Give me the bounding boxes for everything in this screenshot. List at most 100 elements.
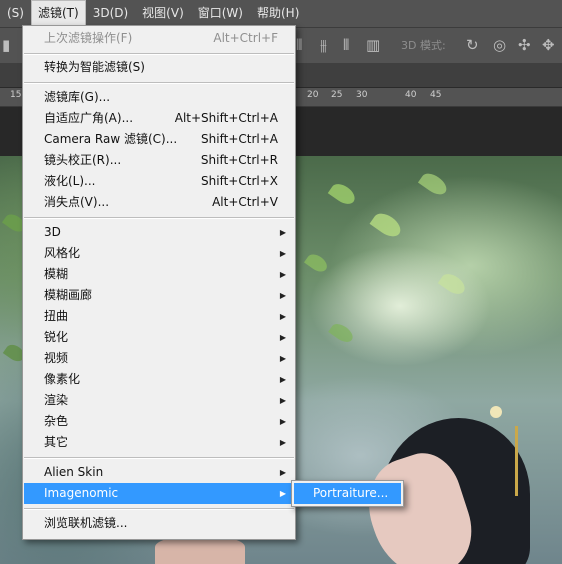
leaf-decoration xyxy=(327,179,359,209)
menu-bar: (S) 滤镜(T) 3D(D) 视图(V) 窗口(W) 帮助(H) xyxy=(0,0,562,27)
menu-item-pixelate[interactable]: 像素化 ▶ xyxy=(24,369,294,390)
menu-item-shortcut: Alt+Shift+Ctrl+A xyxy=(174,111,278,125)
leaf-decoration xyxy=(417,169,451,199)
menu-separator xyxy=(24,508,294,510)
menu-item-camera-raw[interactable]: Camera Raw 滤镜(C)... Shift+Ctrl+A xyxy=(24,129,294,150)
menu-item-label: Portraiture... xyxy=(313,486,389,500)
submenu-arrow-icon: ▶ xyxy=(279,396,286,405)
ruler-tick-label: 15 xyxy=(10,90,22,100)
menu-select[interactable]: (S) xyxy=(0,0,31,27)
menu-item-label: 视频 xyxy=(44,351,69,365)
menu-separator xyxy=(24,217,294,219)
distribute-left-icon[interactable]: ⫴ xyxy=(296,28,302,63)
align-top-icon[interactable]: ▮ xyxy=(2,28,10,63)
submenu-arrow-icon: ▶ xyxy=(279,228,286,237)
menu-item-stylize[interactable]: 风格化 ▶ xyxy=(24,243,294,264)
imagenomic-submenu: Portraiture... xyxy=(291,480,404,507)
menu-window[interactable]: 窗口(W) xyxy=(191,0,250,27)
submenu-arrow-icon: ▶ xyxy=(279,438,286,447)
menu-item-label: 3D xyxy=(44,225,61,239)
menu-item-label: 模糊 xyxy=(44,267,69,281)
ruler-tick-label: 40 xyxy=(405,90,417,100)
3d-pan-icon[interactable]: ✣ xyxy=(518,28,531,63)
submenu-arrow-icon: ▶ xyxy=(279,354,286,363)
menu-item-label: 转换为智能滤镜(S) xyxy=(44,60,145,74)
menu-item-label: Camera Raw 滤镜(C)... xyxy=(44,132,178,146)
menu-separator xyxy=(24,457,294,459)
menu-item-label: 上次滤镜操作(F) xyxy=(44,31,133,45)
ruler-tick-label: 20 xyxy=(307,90,319,100)
menu-item-distort[interactable]: 扭曲 ▶ xyxy=(24,306,294,327)
menu-item-label: Alien Skin xyxy=(44,465,104,479)
distribute-right-icon[interactable]: ⫴ xyxy=(343,28,349,63)
menu-item-convert-smart-filter[interactable]: 转换为智能滤镜(S) xyxy=(24,57,294,78)
menu-item-other[interactable]: 其它 ▶ xyxy=(24,432,294,453)
leaf-decoration xyxy=(328,320,356,346)
menu-item-sharpen[interactable]: 锐化 ▶ xyxy=(24,327,294,348)
menu-item-label: 风格化 xyxy=(44,246,81,260)
menu-item-shortcut: Alt+Ctrl+V xyxy=(212,195,278,209)
menu-item-label: 滤镜库(G)... xyxy=(44,90,111,104)
menu-item-adaptive-wide-angle[interactable]: 自适应广角(A)... Alt+Shift+Ctrl+A xyxy=(24,108,294,129)
menu-item-label: 其它 xyxy=(44,435,69,449)
menu-item-label: 液化(L)... xyxy=(44,174,96,188)
menu-item-label: Imagenomic xyxy=(44,486,119,500)
menu-separator xyxy=(24,53,294,55)
menu-item-shortcut: Shift+Ctrl+X xyxy=(201,174,278,188)
menu-item-label: 自适应广角(A)... xyxy=(44,111,134,125)
submenu-arrow-icon: ▶ xyxy=(279,375,286,384)
menu-item-video[interactable]: 视频 ▶ xyxy=(24,348,294,369)
menu-item-alien-skin[interactable]: Alien Skin ▶ xyxy=(24,462,294,483)
hairpin-shape xyxy=(515,426,518,496)
menu-item-last-filter: 上次滤镜操作(F) Alt+Ctrl+F xyxy=(24,28,294,49)
leaf-decoration xyxy=(303,250,331,276)
filter-dropdown-menu: 上次滤镜操作(F) Alt+Ctrl+F 转换为智能滤镜(S) 滤镜库(G)..… xyxy=(22,25,296,540)
menu-item-label: 浏览联机滤镜... xyxy=(44,516,128,530)
menu-item-vanishing-point[interactable]: 消失点(V)... Alt+Ctrl+V xyxy=(24,192,294,213)
ruler-tick-label: 45 xyxy=(430,90,442,100)
menu-3d[interactable]: 3D(D) xyxy=(86,0,135,27)
menu-item-lens-correction[interactable]: 镜头校正(R)... Shift+Ctrl+R xyxy=(24,150,294,171)
submenu-arrow-icon: ▶ xyxy=(279,417,286,426)
hair-flower-shape xyxy=(490,406,502,418)
leaf-decoration xyxy=(437,269,469,299)
ruler-tick-label: 30 xyxy=(356,90,368,100)
menu-item-portraiture[interactable]: Portraiture... xyxy=(294,483,401,504)
3d-roll-icon[interactable]: ◎ xyxy=(493,28,506,63)
submenu-arrow-icon: ▶ xyxy=(279,312,286,321)
submenu-arrow-icon: ▶ xyxy=(279,249,286,258)
submenu-arrow-icon: ▶ xyxy=(279,333,286,342)
menu-item-browse-online-filters[interactable]: 浏览联机滤镜... xyxy=(24,513,294,534)
menu-view[interactable]: 视图(V) xyxy=(135,0,191,27)
menu-item-blur[interactable]: 模糊 ▶ xyxy=(24,264,294,285)
auto-align-icon[interactable]: ▥ xyxy=(366,28,380,63)
menu-item-shortcut: Alt+Ctrl+F xyxy=(213,31,278,45)
menu-item-filter-gallery[interactable]: 滤镜库(G)... xyxy=(24,87,294,108)
menu-item-label: 渲染 xyxy=(44,393,69,407)
menu-item-label: 锐化 xyxy=(44,330,69,344)
menu-item-liquify[interactable]: 液化(L)... Shift+Ctrl+X xyxy=(24,171,294,192)
hand-shape xyxy=(155,536,245,564)
menu-item-imagenomic[interactable]: Imagenomic ▶ xyxy=(24,483,294,504)
menu-item-noise[interactable]: 杂色 ▶ xyxy=(24,411,294,432)
menu-filter[interactable]: 滤镜(T) xyxy=(30,0,86,27)
submenu-arrow-icon: ▶ xyxy=(279,489,286,498)
3d-mode-label: 3D 模式: xyxy=(401,39,446,52)
menu-item-label: 消失点(V)... xyxy=(44,195,110,209)
menu-item-blur-gallery[interactable]: 模糊画廊 ▶ xyxy=(24,285,294,306)
menu-help[interactable]: 帮助(H) xyxy=(250,0,306,27)
menu-item-shortcut: Shift+Ctrl+A xyxy=(201,132,278,146)
menu-item-label: 镜头校正(R)... xyxy=(44,153,122,167)
menu-item-render[interactable]: 渲染 ▶ xyxy=(24,390,294,411)
menu-separator xyxy=(24,82,294,84)
menu-item-shortcut: Shift+Ctrl+R xyxy=(200,153,278,167)
leaf-decoration xyxy=(369,209,405,241)
menu-item-label: 杂色 xyxy=(44,414,69,428)
distribute-hcenter-icon[interactable]: ⫵ xyxy=(320,28,327,63)
3d-rotate-icon[interactable]: ↻ xyxy=(466,28,479,63)
menu-item-label: 像素化 xyxy=(44,372,81,386)
submenu-arrow-icon: ▶ xyxy=(279,468,286,477)
3d-slide-icon[interactable]: ✥ xyxy=(542,28,555,63)
menu-item-label: 模糊画廊 xyxy=(44,288,93,302)
menu-item-3d[interactable]: 3D ▶ xyxy=(24,222,294,243)
